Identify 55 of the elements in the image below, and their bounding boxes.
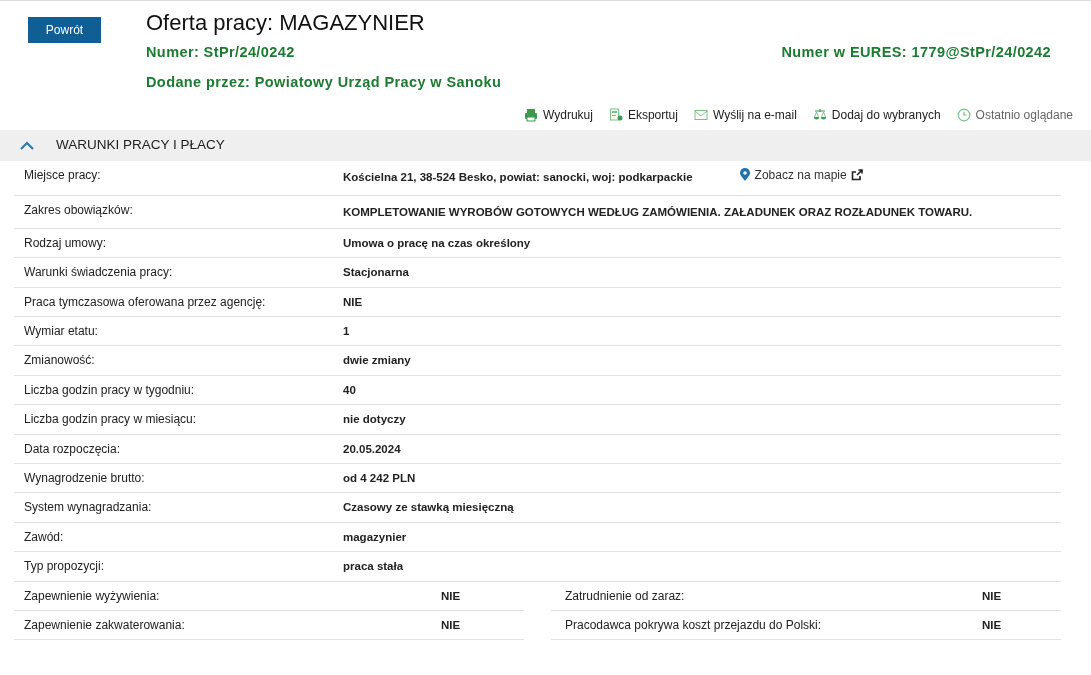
field-value: nie dotyczy — [343, 412, 406, 428]
field-value: NIE — [982, 588, 1002, 604]
map-link[interactable]: Zobacz na mapie — [738, 166, 863, 183]
field-value: Stacjonarna — [343, 265, 409, 281]
field-value: 1 — [343, 324, 350, 340]
scales-icon — [812, 107, 827, 122]
field-label: Rodzaj umowy: — [24, 234, 108, 252]
printer-icon — [524, 107, 538, 122]
field-value: NIE — [343, 294, 363, 310]
field-label: Praca tymczasowa oferowana przez agencję: — [24, 293, 267, 311]
field-label: Zatrudnienie od zaraz: — [565, 587, 686, 605]
eures-number: Numer w EURES: 1779@StPr/24/0242 — [781, 43, 1051, 63]
field-value: NIE — [441, 588, 461, 604]
back-button[interactable]: Powrót — [28, 17, 101, 43]
field-value: 40 — [343, 382, 356, 398]
field-value: NIE — [982, 617, 1002, 633]
field-label: Wynagrodzenie brutto: — [24, 470, 146, 487]
field-label: Miejsce pracy: — [24, 166, 102, 184]
field-label: Typ propozycji: — [24, 558, 106, 576]
field-label: System wynagradzania: — [24, 499, 153, 517]
field-label: Zakres obowiązków: — [24, 201, 134, 219]
field-label: Warunki świadczenia pracy: — [24, 264, 174, 282]
map-pin-icon — [738, 167, 751, 182]
offer-number: Numer: StPr/24/0242 — [146, 43, 295, 63]
field-value: praca stała — [343, 559, 404, 575]
field-label: Wymiar etatu: — [24, 323, 99, 341]
export-link[interactable]: Eksportuj — [608, 105, 678, 124]
added-by: Dodane przez: Powiatowy Urząd Pracy w Sanoku — [146, 74, 502, 91]
field-label: Data rozpoczęcia: — [24, 440, 122, 458]
email-link[interactable]: Wyślij na e-mail — [693, 105, 797, 124]
field-value: Kościelna 21, 38-524 Besko, powiat: sanocki, woj: podkarpackie — [343, 169, 693, 185]
clock-icon — [956, 107, 971, 122]
field-value: Czasowy ze stawką miesięczną — [343, 500, 514, 516]
field-value: dwie zmiany — [343, 353, 411, 369]
field-label: Pracodawca pokrywa koszt przejazdu do Polski: — [565, 616, 823, 634]
favorite-link[interactable]: Dodaj do wybranych — [812, 105, 941, 124]
field-value: KOMPLETOWANIE WYROBÓW GOTOWYCH WEDŁUG ZAMÓWIENIA. ZAŁADUNEK ORAZ ROZŁADUNEK TOWARU. — [343, 204, 973, 220]
field-value: NIE — [441, 617, 461, 633]
field-label: Zmianowość: — [24, 352, 96, 370]
external-link-icon — [850, 168, 863, 181]
field-value: Umowa o pracę na czas określony — [343, 235, 531, 251]
envelope-icon — [693, 107, 708, 122]
field-value: od 4 242 PLN — [343, 471, 416, 486]
field-label: Zapewnienie wyżywienia: — [24, 587, 161, 605]
pdf-file-icon — [608, 107, 623, 122]
recent-link[interactable]: Ostatnio oglądane — [956, 105, 1073, 124]
field-label: Liczba godzin pracy w tygodniu: — [24, 381, 196, 399]
page-title: Oferta pracy: MAGAZYNIER — [146, 10, 426, 37]
field-value: 20.05.2024 — [343, 441, 401, 457]
field-label: Liczba godzin pracy w miesiącu: — [24, 411, 198, 429]
print-link[interactable]: Wydrukuj — [524, 105, 593, 124]
field-label: Zapewnienie zakwaterowania: — [24, 616, 186, 634]
field-label: Zawód: — [24, 528, 65, 546]
section-header[interactable]: WARUNKI PRACY I PŁACY — [0, 129, 1091, 161]
field-value: magazynier — [343, 529, 407, 545]
